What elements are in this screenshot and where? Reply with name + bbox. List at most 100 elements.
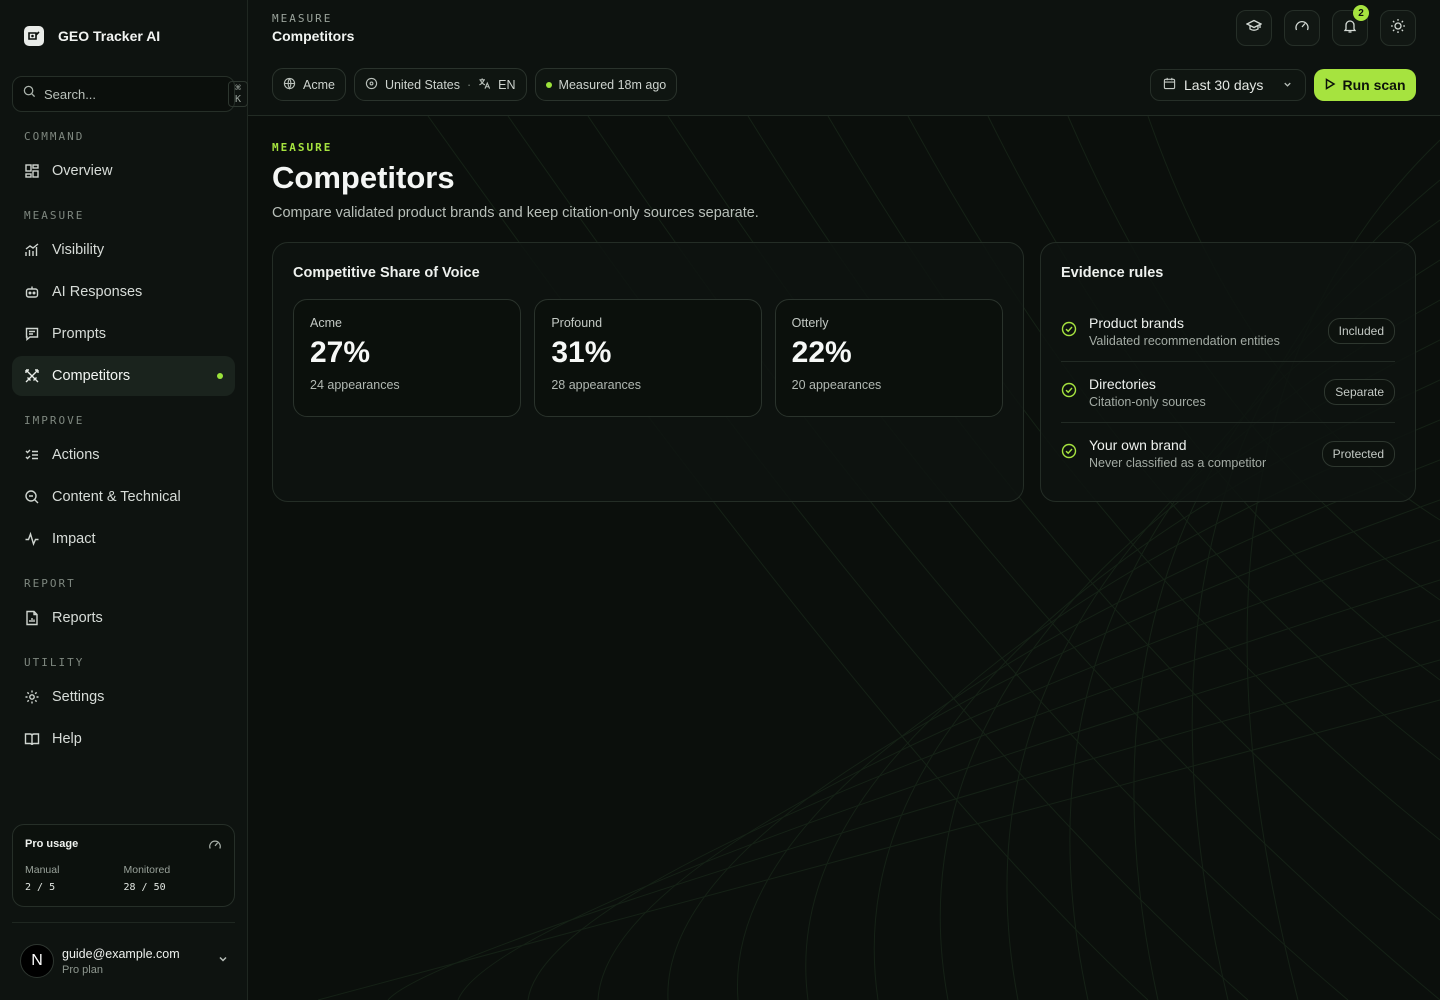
brand-logo-icon xyxy=(24,26,44,46)
brand-chip[interactable]: Acme xyxy=(272,68,346,101)
stat-percentage: 22% xyxy=(791,336,852,369)
check-circle-icon xyxy=(1061,382,1077,403)
top-bar: MEASURE Competitors 2 Acme United States… xyxy=(248,0,1440,116)
stat-appearances: 24 appearances xyxy=(310,378,400,392)
run-scan-label: Run scan xyxy=(1342,77,1406,93)
run-scan-button[interactable]: Run scan xyxy=(1314,69,1416,101)
search-input[interactable] xyxy=(44,86,220,102)
app-name: GEO Tracker AI xyxy=(58,28,161,44)
sidebar-item-content-technical[interactable]: Content & Technical xyxy=(12,477,235,517)
sidebar-item-overview[interactable]: Overview xyxy=(12,151,235,191)
gauge-icon xyxy=(1294,18,1310,39)
notifications-button[interactable]: 2 xyxy=(1332,5,1369,46)
status-badge: Separate xyxy=(1324,379,1395,405)
sidebar-item-prompts[interactable]: Prompts xyxy=(12,314,235,354)
search-box[interactable]: ⌘ K xyxy=(12,76,249,112)
sidebar-item-settings[interactable]: Settings xyxy=(12,677,235,717)
divider xyxy=(12,922,235,923)
sidebar-item-reports[interactable]: Reports xyxy=(12,598,235,638)
check-circle-icon xyxy=(1061,321,1077,342)
search-doc-icon xyxy=(24,489,40,505)
rule-description: Never classified as a competitor xyxy=(1089,456,1267,470)
stat-card-profound[interactable]: Profound 31% 28 appearances xyxy=(534,299,762,417)
sidebar-item-label: Competitors xyxy=(52,368,131,384)
user-email: guide@example.com xyxy=(62,946,180,961)
sidebar-item-ai-responses[interactable]: AI Responses xyxy=(12,272,235,312)
page-content: MEASURE Competitors Compare validated pr… xyxy=(248,141,1440,502)
sidebar-item-label: Visibility xyxy=(52,242,105,258)
graduation-cap-icon xyxy=(1245,18,1263,39)
sidebar-item-competitors[interactable]: Competitors xyxy=(12,356,235,396)
stat-card-otterly[interactable]: Otterly 22% 20 appearances xyxy=(774,299,1003,417)
rule-item: Directories Citation-only sources Separa… xyxy=(1061,362,1395,423)
search-shortcut: ⌘ K xyxy=(228,81,249,107)
location-icon xyxy=(365,77,378,93)
sun-icon xyxy=(1390,18,1406,39)
rule-title: Product brands xyxy=(1089,314,1184,331)
measured-label: Measured 18m ago xyxy=(558,77,667,92)
sidebar-item-visibility[interactable]: Visibility xyxy=(12,230,235,270)
sidebar-item-impact[interactable]: Impact xyxy=(12,519,235,559)
stat-percentage: 27% xyxy=(310,336,371,369)
usage-title: Pro usage xyxy=(25,838,79,850)
sidebar-item-label: Prompts xyxy=(52,326,106,342)
globe-icon xyxy=(283,77,296,93)
activity-icon xyxy=(24,531,40,547)
usage-button[interactable] xyxy=(1284,10,1320,46)
status-badge: Protected xyxy=(1321,440,1395,467)
usage-manual-label: Manual xyxy=(25,864,60,876)
stat-appearances: 28 appearances xyxy=(551,378,641,392)
card-title: Evidence rules xyxy=(1061,265,1164,281)
separator: · xyxy=(467,77,472,92)
usage-monitored-label: Monitored xyxy=(123,864,171,876)
stat-name: Profound xyxy=(551,316,603,330)
locale-chip[interactable]: United States · EN xyxy=(353,68,527,101)
sidebar-item-actions[interactable]: Actions xyxy=(12,435,235,475)
sidebar-item-label: Reports xyxy=(52,610,103,626)
section-label-report: REPORT xyxy=(24,577,76,590)
rule-item: Product brands Validated recommendation … xyxy=(1061,301,1395,362)
translate-icon xyxy=(478,77,491,93)
stat-percentage: 31% xyxy=(551,336,612,369)
theme-toggle-button[interactable] xyxy=(1380,10,1416,46)
avatar: N xyxy=(20,944,54,978)
share-of-voice-card: Competitive Share of Voice Acme 27% 24 a… xyxy=(272,242,1024,502)
usage-card: Pro usage Manual 2 / 5 Monitored 28 / 50 xyxy=(12,824,235,907)
stat-name: Otterly xyxy=(791,316,829,330)
bot-icon xyxy=(24,284,40,300)
status-dot xyxy=(545,81,552,88)
user-menu[interactable]: N guide@example.com Pro plan xyxy=(20,942,229,980)
checklist-icon xyxy=(24,447,40,463)
country-label: United States xyxy=(384,77,460,92)
date-range-select[interactable]: Last 30 days xyxy=(1150,69,1306,101)
language-label: EN xyxy=(498,77,516,92)
chart-icon xyxy=(24,242,40,258)
grid-icon xyxy=(24,163,40,179)
sidebar-item-label: Help xyxy=(52,731,82,747)
message-icon xyxy=(24,326,40,342)
breadcrumb-title: Competitors xyxy=(272,28,355,44)
usage-manual-value: 2 / 5 xyxy=(25,882,56,893)
breadcrumb-section: MEASURE xyxy=(272,12,333,25)
sidebar-item-label: Content & Technical xyxy=(52,489,181,505)
measured-chip[interactable]: Measured 18m ago xyxy=(534,68,678,101)
brand[interactable]: GEO Tracker AI xyxy=(12,0,235,72)
card-title: Competitive Share of Voice xyxy=(293,265,480,281)
sidebar-item-label: Overview xyxy=(52,163,113,179)
book-icon xyxy=(24,731,40,747)
stat-card-acme[interactable]: Acme 27% 24 appearances xyxy=(293,299,522,417)
play-icon xyxy=(1324,77,1336,93)
gauge-icon[interactable] xyxy=(208,838,222,857)
gear-icon xyxy=(24,689,40,705)
section-label-improve: IMPROVE xyxy=(24,414,85,427)
bell-icon xyxy=(1342,18,1358,39)
sidebar-nav: COMMAND Overview MEASURE Visibility AI R… xyxy=(12,130,235,759)
search-icon xyxy=(23,85,36,103)
section-label-command: COMMAND xyxy=(24,130,85,143)
calendar-icon xyxy=(1163,77,1176,93)
status-badge: Included xyxy=(1327,318,1395,344)
learn-button[interactable] xyxy=(1236,10,1272,46)
sidebar-item-help[interactable]: Help xyxy=(12,719,235,759)
sidebar-item-label: Settings xyxy=(52,689,105,705)
page-title: Competitors xyxy=(272,160,455,195)
